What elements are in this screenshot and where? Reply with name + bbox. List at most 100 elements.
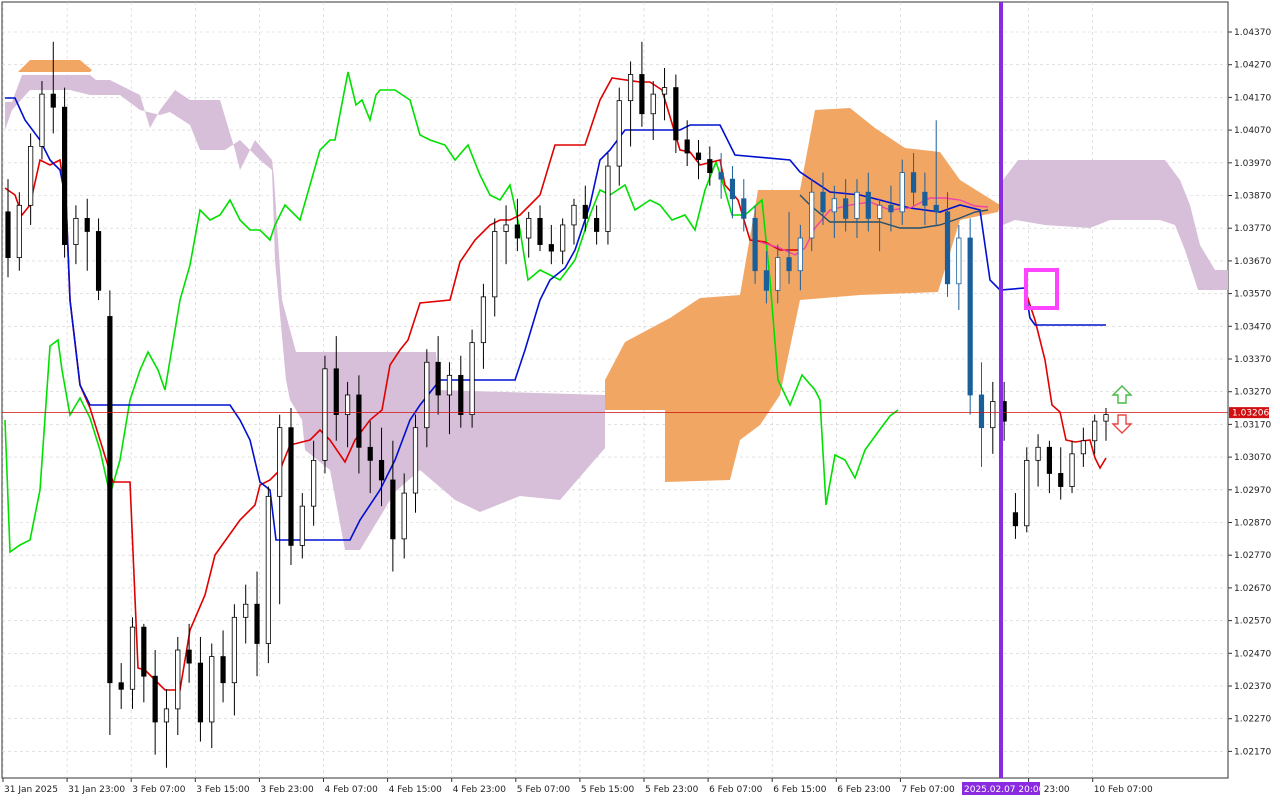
candle <box>265 486 271 664</box>
y-tick-label: 1.04070 <box>1234 126 1271 136</box>
candle-body <box>424 361 430 429</box>
candle-body <box>265 495 271 644</box>
y-tick-label: 1.02770 <box>1234 551 1271 561</box>
x-tick-label: 6 Feb 23:00 <box>837 785 891 795</box>
y-tick-label: 1.03470 <box>1234 322 1271 332</box>
candle-body <box>990 401 996 429</box>
x-tick-label: 4 Feb 07:00 <box>325 785 379 795</box>
y-tick-label: 1.02270 <box>1234 715 1271 725</box>
y-tick-label: 1.02370 <box>1234 682 1271 692</box>
x-tick-label: 3 Feb 23:00 <box>260 785 314 795</box>
candle-body <box>809 191 815 239</box>
candle-body <box>763 270 770 291</box>
candle-body <box>786 257 792 272</box>
candle-body <box>673 87 679 141</box>
candle-body <box>390 479 396 540</box>
candle-body <box>639 74 645 115</box>
y-tick-label: 1.03570 <box>1234 290 1271 300</box>
y-tick-label: 1.03270 <box>1234 388 1271 398</box>
candle-body <box>843 198 849 219</box>
x-tick-label: 6 Feb 15:00 <box>773 785 827 795</box>
x-tick-label: 10 Feb 07:00 <box>1094 785 1153 795</box>
x-tick-label: 5 Feb 07:00 <box>517 785 571 795</box>
y-tick-label: 1.04170 <box>1234 93 1271 103</box>
candle-body <box>288 427 294 546</box>
candle-body <box>5 211 11 259</box>
y-tick-label: 1.03070 <box>1234 453 1271 463</box>
candle-body <box>28 146 34 206</box>
candle-body <box>197 662 204 723</box>
candle-body <box>831 198 837 213</box>
y-tick-label: 1.03870 <box>1234 192 1271 202</box>
y-tick-label: 1.03770 <box>1234 224 1271 234</box>
candle-body <box>492 231 498 298</box>
x-tick-label: 6 Feb 07:00 <box>709 785 763 795</box>
cloud-bull-top <box>18 60 92 72</box>
candle-body <box>209 656 215 723</box>
candle-body <box>344 394 351 415</box>
candle-body <box>311 459 317 507</box>
candle-body <box>1092 420 1098 442</box>
candle-body <box>877 204 883 219</box>
current-price-label: 1.03206 <box>1232 409 1269 419</box>
y-tick-label: 1.04270 <box>1234 61 1271 71</box>
candle-body <box>899 172 905 213</box>
candle-body <box>84 217 90 232</box>
candle-body <box>944 211 951 285</box>
candle-body <box>922 191 928 206</box>
x-tick-label: 3 Feb 15:00 <box>196 785 250 795</box>
candle-body <box>571 204 577 226</box>
candle <box>107 290 113 736</box>
candle-body <box>333 368 339 415</box>
candle-body <box>231 616 237 684</box>
y-tick-label: 1.03970 <box>1234 159 1271 169</box>
candle <box>288 408 294 566</box>
candle-body <box>888 204 894 213</box>
y-tick-label: 1.03370 <box>1234 355 1271 365</box>
price-axis[interactable]: 1.04370 1.04270 1.04170 1.04070 1.03970 1.038… <box>1228 28 1271 757</box>
candle <box>322 355 328 474</box>
candle-body <box>865 191 871 219</box>
candle-body <box>741 198 747 219</box>
candle-body <box>707 159 713 174</box>
candle-body <box>1069 453 1075 487</box>
candle-body <box>1058 473 1064 487</box>
candle-body <box>978 394 985 429</box>
candle-body <box>95 231 102 291</box>
candle-body <box>967 237 973 396</box>
candle-body <box>1024 459 1030 527</box>
candle-body <box>61 106 68 245</box>
candle-body <box>820 191 826 213</box>
candle-body <box>582 204 588 219</box>
candle-body <box>141 626 147 677</box>
candle-body <box>163 708 170 723</box>
y-tick-label: 1.02670 <box>1234 584 1271 594</box>
candle-body <box>616 100 622 167</box>
candle-body <box>152 675 158 723</box>
candle-body <box>854 191 860 219</box>
candle-body <box>514 224 520 239</box>
candle-body <box>243 603 249 618</box>
y-tick-label: 1.02570 <box>1234 617 1271 627</box>
y-tick-label: 1.02970 <box>1234 486 1271 496</box>
y-tick-label: 1.04370 <box>1234 28 1271 38</box>
candle-body <box>175 649 181 710</box>
candle-body <box>933 204 939 213</box>
current-price-tag: 1.03206 <box>1229 407 1269 419</box>
candle-body <box>503 224 509 232</box>
candle-body <box>627 74 634 102</box>
candle-body <box>1012 512 1019 527</box>
candle-body <box>16 204 22 259</box>
candle-body <box>1046 446 1053 474</box>
x-tick-label: 5 Feb 23:00 <box>645 785 699 795</box>
candle-body <box>378 459 385 481</box>
candle-body <box>129 626 136 690</box>
y-tick-label: 1.03170 <box>1234 420 1271 430</box>
candle-body <box>356 394 362 448</box>
candle-body <box>412 427 419 494</box>
y-tick-label: 1.02870 <box>1234 519 1271 529</box>
candle <box>1024 447 1030 533</box>
candle-body <box>458 374 464 415</box>
x-tick-label: 5 Feb 15:00 <box>581 785 635 795</box>
candle <box>605 152 611 245</box>
